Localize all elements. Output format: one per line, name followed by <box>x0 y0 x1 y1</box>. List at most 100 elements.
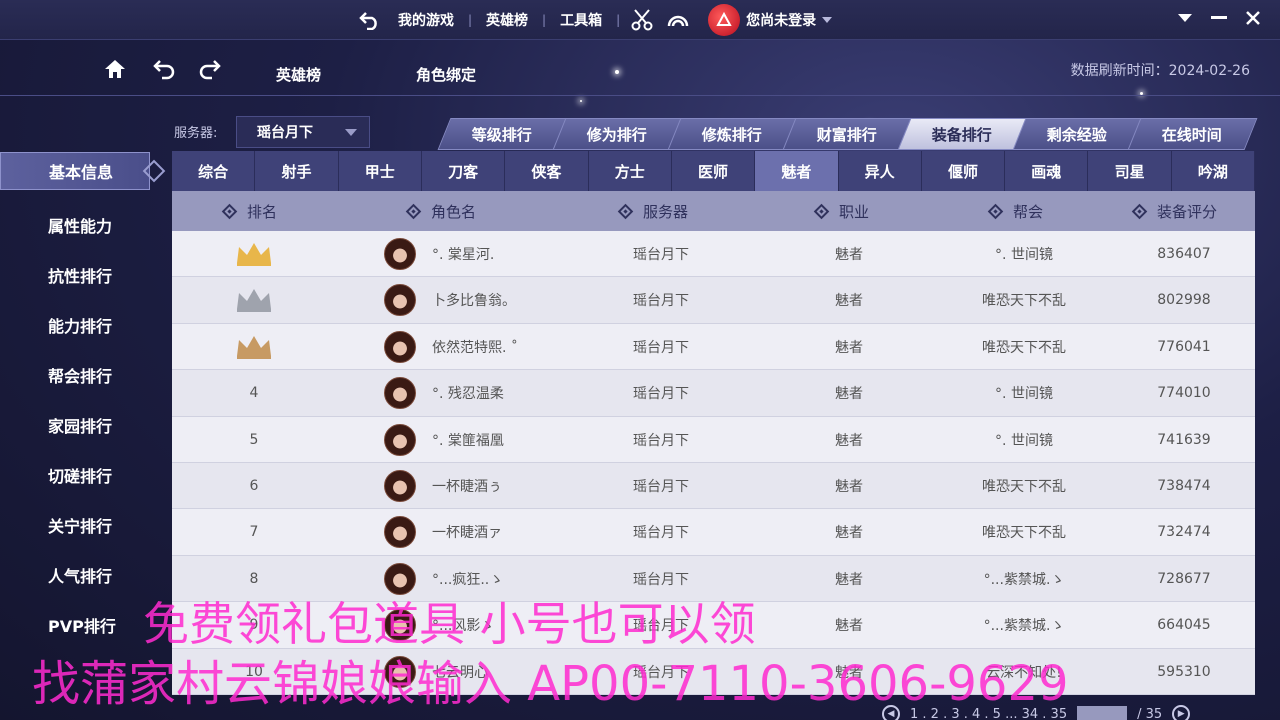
next-page-icon[interactable]: ▶ <box>1172 705 1191 720</box>
guild-cell: °. 世间镜 <box>995 247 1053 263</box>
back-arrow-icon[interactable] <box>356 6 384 34</box>
tab-rank-4[interactable]: 装备排行 <box>897 118 1028 150</box>
rank-number: 7 <box>249 524 259 541</box>
page-total: / 35 <box>1137 706 1163 720</box>
role-name: °...疯狂..ゝ <box>432 571 504 588</box>
table-row[interactable]: 6 一杯睫酒ぅ 瑶台月下 魅者 唯恐天下不乱 738474 <box>172 462 1255 510</box>
tab-class-9[interactable]: 偃师 <box>922 151 1006 191</box>
login-area[interactable]: 您尚未登录 <box>708 4 834 36</box>
role-name: °. 棠星河. <box>432 247 495 263</box>
tab-hero-rank[interactable]: 英雄榜 <box>276 64 321 85</box>
tab-rank-6[interactable]: 在线时间 <box>1127 118 1258 150</box>
chevron-down-icon <box>345 129 357 136</box>
avatar <box>384 516 416 549</box>
sidebar-item-1[interactable]: 属性能力 <box>0 200 170 250</box>
role-name: °. 残忍温柔 <box>432 386 504 403</box>
tab-class-10[interactable]: 画魂 <box>1005 151 1089 191</box>
tab-class-5[interactable]: 方士 <box>589 151 672 191</box>
tab-rank-3[interactable]: 财富排行 <box>782 118 913 150</box>
class-cell: 魅者 <box>835 386 863 403</box>
guild-cell: 唯恐天下不乱 <box>982 339 1066 356</box>
table-row[interactable]: 依然范特熙. ˚ 瑶台月下 魅者 唯恐天下不乱 776041 <box>172 323 1255 371</box>
sidebar-item-7[interactable]: 关宁排行 <box>0 500 170 550</box>
table-row[interactable]: 卜多比鲁翁。 瑶台月下 魅者 唯恐天下不乱 802998 <box>172 277 1255 324</box>
col-header-label: 装备评分 <box>1157 202 1218 221</box>
nav-my-games[interactable]: 我的游戏 <box>388 10 464 30</box>
tab-class-7[interactable]: 魅者 <box>755 151 839 191</box>
close-icon[interactable] <box>1236 6 1270 30</box>
tab-class-11[interactable]: 司星 <box>1088 151 1172 191</box>
table-row[interactable]: 7 一杯睫酒ァ 瑶台月下 魅者 唯恐天下不乱 732474 <box>172 509 1255 556</box>
tab-class-2[interactable]: 甲士 <box>339 151 422 191</box>
tab-class-8[interactable]: 异人 <box>839 151 922 191</box>
tab-class-12[interactable]: 吟湖 <box>1172 151 1256 191</box>
sidebar-item-5[interactable]: 家园排行 <box>0 400 170 450</box>
avatar <box>384 284 416 317</box>
tab-class-6[interactable]: 医师 <box>672 151 756 191</box>
sub-nav: 英雄榜 角色绑定 数据刷新时间：2024-02-26 <box>0 40 1280 96</box>
server-select[interactable]: 瑶台月下 <box>236 116 370 148</box>
rank-cell: 4 <box>222 370 286 416</box>
sidebar-item-3[interactable]: 能力排行 <box>0 300 170 350</box>
col-header-class[interactable]: 职业 <box>813 191 869 231</box>
tab-label: 剩余经验 <box>1047 125 1108 144</box>
tab-rank-5[interactable]: 剩余经验 <box>1012 118 1143 150</box>
tab-label: 装备排行 <box>932 125 993 144</box>
score-cell: 664045 <box>1157 617 1211 634</box>
nav-toolbox[interactable]: 工具箱 <box>550 10 612 30</box>
col-header-guild[interactable]: 帮会 <box>987 191 1043 231</box>
col-header-name[interactable]: 角色名 <box>405 191 477 231</box>
tab-rank-1[interactable]: 修为排行 <box>552 118 683 150</box>
tab-class-3[interactable]: 刀客 <box>422 151 506 191</box>
server-cell: 瑶台月下 <box>633 432 689 449</box>
col-header-rank[interactable]: 排名 <box>221 191 277 231</box>
rank-type-tabs: 等级排行 修为排行 修炼排行 财富排行 装备排行 剩余经验 在线时间 <box>437 118 1258 150</box>
name-cell: 卜多比鲁翁。 <box>384 277 516 323</box>
tab-rank-2[interactable]: 修炼排行 <box>667 118 798 150</box>
server-cell: 瑶台月下 <box>633 525 689 542</box>
minimize-icon[interactable] <box>1202 6 1236 30</box>
table-row[interactable]: 4 °. 残忍温柔 瑶台月下 魅者 °. 世间镜 774010 <box>172 370 1255 417</box>
sidebar-item-0[interactable]: 基本信息 <box>0 152 150 190</box>
nav-separator: | <box>468 13 473 27</box>
avatar <box>384 377 416 410</box>
undo-icon[interactable] <box>152 56 178 82</box>
server-cell: 瑶台月下 <box>633 339 689 356</box>
tab-class-4[interactable]: 侠客 <box>505 151 589 191</box>
server-cell: 瑶台月下 <box>633 247 689 263</box>
col-header-label: 角色名 <box>431 202 477 221</box>
redo-icon[interactable] <box>196 56 222 82</box>
tab-role-binding[interactable]: 角色绑定 <box>416 64 476 85</box>
class-cell: 魅者 <box>835 432 863 449</box>
nav-hero-rank[interactable]: 英雄榜 <box>476 10 538 30</box>
score-cell: 776041 <box>1157 338 1211 355</box>
dropdown-menu-icon[interactable] <box>1168 6 1202 30</box>
avatar <box>384 238 416 270</box>
rank-number: 6 <box>249 477 259 494</box>
rank-cell: 5 <box>222 417 286 463</box>
sidebar-item-2[interactable]: 抗性排行 <box>0 250 170 300</box>
headset-icon[interactable] <box>664 6 692 34</box>
sort-diamond-icon <box>813 203 830 219</box>
tab-label: 等级排行 <box>472 125 533 144</box>
col-header-server[interactable]: 服务器 <box>617 191 688 231</box>
score-cell: 595310 <box>1157 663 1211 680</box>
guild-cell: °...紫禁城.ゝ <box>983 618 1065 635</box>
tab-class-0[interactable]: 综合 <box>172 151 256 191</box>
scissors-icon[interactable] <box>628 6 656 34</box>
tab-class-1[interactable]: 射手 <box>255 151 339 191</box>
promo-watermark-line2: 找蒲家村云锦娘娘输入 AP00-7110-3606-9629 <box>32 656 1069 712</box>
table-row[interactable]: 5 °. 棠篚福凰 瑶台月下 魅者 °. 世间镜 741639 <box>172 416 1255 463</box>
refresh-date: 2024-02-26 <box>1168 63 1250 79</box>
role-name: 依然范特熙. ˚ <box>432 339 518 356</box>
sidebar-item-4[interactable]: 帮会排行 <box>0 350 170 400</box>
sidebar-item-6[interactable]: 切磋排行 <box>0 450 170 500</box>
chevron-down-icon <box>822 17 833 23</box>
class-cell: 魅者 <box>835 571 863 588</box>
table-row[interactable]: °. 棠星河. 瑶台月下 魅者 °. 世间镜 836407 <box>172 231 1255 278</box>
rank-cell <box>222 277 286 323</box>
page-input[interactable] <box>1077 706 1128 720</box>
home-icon[interactable] <box>102 56 128 82</box>
tab-rank-0[interactable]: 等级排行 <box>437 118 568 150</box>
col-header-score[interactable]: 装备评分 <box>1131 191 1218 231</box>
